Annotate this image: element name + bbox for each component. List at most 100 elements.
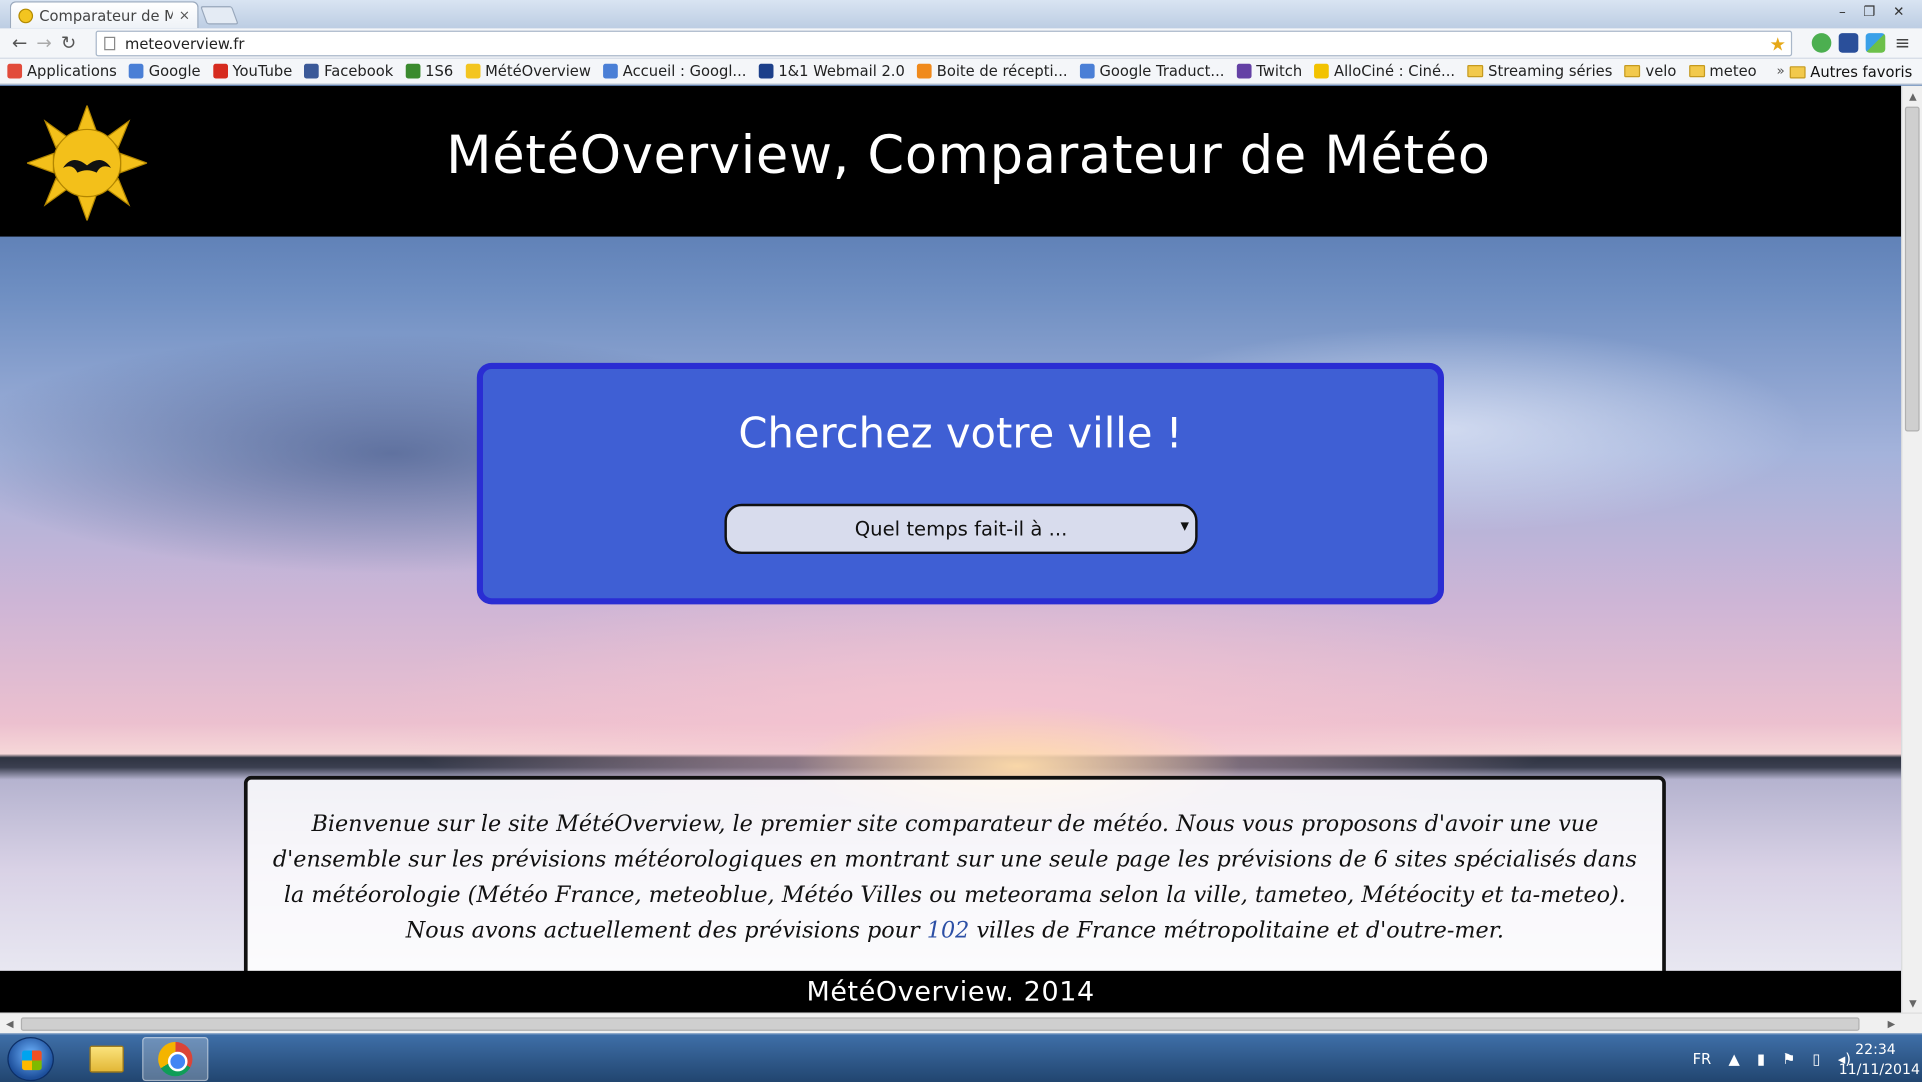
taskbar-chrome[interactable] xyxy=(142,1037,209,1082)
bookmark-label: YouTube xyxy=(232,62,293,80)
extensions: ≡ xyxy=(1811,32,1913,54)
bookmark-favicon-icon xyxy=(7,63,23,79)
scroll-right-icon[interactable]: ▶ xyxy=(1882,1014,1902,1035)
search-heading: Cherchez votre ville ! xyxy=(738,409,1183,459)
clock[interactable]: 22:34 11/11/2014 xyxy=(1838,1039,1920,1078)
scroll-left-icon[interactable]: ◀ xyxy=(0,1014,20,1035)
bookmark-label: 1&1 Webmail 2.0 xyxy=(778,62,905,80)
bookmark-item[interactable]: Boite de récepti... xyxy=(917,62,1068,80)
minimize-button[interactable]: – xyxy=(1829,0,1856,22)
bookmark-label: velo xyxy=(1645,62,1677,80)
bookmark-item[interactable]: meteo xyxy=(1688,63,1757,80)
bookmark-item[interactable]: velo xyxy=(1624,62,1677,80)
bookmark-item[interactable]: Google xyxy=(129,62,201,80)
bookmark-favicon-icon xyxy=(603,63,618,79)
bookmark-favicon-icon xyxy=(129,63,144,79)
bookmark-label: Google xyxy=(148,62,201,80)
close-window-button[interactable]: ✕ xyxy=(1883,0,1915,22)
bookmark-label: Google Traduct... xyxy=(1099,62,1225,80)
vertical-scroll-thumb[interactable] xyxy=(1904,106,1920,432)
clock-date: 11/11/2014 xyxy=(1838,1060,1920,1078)
bookmark-item[interactable]: Twitch xyxy=(1236,62,1303,80)
bookmark-item[interactable]: Facebook xyxy=(304,62,394,80)
bookmark-favicon-icon xyxy=(212,63,228,79)
bookmark-item[interactable]: 1S6 xyxy=(405,62,454,80)
back-arrow-icon[interactable]: ← xyxy=(7,31,32,56)
bookmark-favicon-icon xyxy=(465,63,481,79)
folder-icon xyxy=(1688,64,1705,78)
forward-arrow-icon[interactable]: → xyxy=(32,31,57,56)
bookmark-favicon-icon xyxy=(405,63,421,79)
folder-icon xyxy=(89,1045,124,1073)
browser-tab[interactable]: Comparateur de Mé × xyxy=(9,1,199,29)
bookmark-item[interactable]: Google Traduct... xyxy=(1079,62,1225,80)
bookmark-item[interactable]: Streaming séries xyxy=(1467,63,1612,80)
page-viewport: MétéOverview, Comparateur de Météo Cherc… xyxy=(0,85,1902,1013)
tab-title: Comparateur de Mé xyxy=(39,6,173,24)
bookmark-favicon-icon xyxy=(1236,63,1252,79)
extension-multi-icon[interactable] xyxy=(1865,33,1886,53)
bookmark-label: Applications xyxy=(26,62,117,80)
bookmark-item[interactable]: AlloCiné : Ciné... xyxy=(1314,63,1455,80)
url-text[interactable]: meteoverview.fr xyxy=(125,35,1769,52)
bookmark-favicon-icon xyxy=(1314,63,1330,79)
scroll-down-icon[interactable]: ▼ xyxy=(1902,993,1922,1013)
horizontal-scroll-thumb[interactable] xyxy=(20,1017,1860,1031)
other-bookmarks-label: Autres favoris xyxy=(1810,63,1913,81)
bookmarks-bar: Applications Google YouTube Facebook 1S6 Mété… xyxy=(0,58,1922,85)
page-icon xyxy=(104,36,116,51)
address-bar[interactable]: meteoverview.fr ★ xyxy=(95,30,1793,57)
extension-blue-icon[interactable] xyxy=(1838,33,1859,53)
action-center-flag-icon[interactable]: ⚑ xyxy=(1782,1051,1795,1068)
sun-mustache-logo-icon xyxy=(26,105,148,221)
city-search-panel: Cherchez votre ville ! Quel temps fait-i… xyxy=(476,362,1444,605)
extension-green-icon[interactable] xyxy=(1811,33,1832,53)
taskbar-explorer[interactable] xyxy=(74,1037,140,1081)
bookmark-item[interactable]: Applications xyxy=(7,62,117,80)
restore-button[interactable]: ❐ xyxy=(1856,0,1883,22)
city-count-link[interactable]: 102 xyxy=(927,918,970,944)
chrome-icon xyxy=(158,1041,193,1077)
reload-icon[interactable]: ↻ xyxy=(56,31,81,56)
dropdown-arrow-icon: ▼ xyxy=(1180,520,1190,534)
site-footer: MétéOverview. 2014 xyxy=(0,970,1902,1013)
power-icon[interactable]: ▯ xyxy=(1813,1051,1821,1068)
browser-titlebar: Comparateur de Mé × – ❐ ✕ xyxy=(0,0,1922,29)
chrome-menu-icon[interactable]: ≡ xyxy=(1893,32,1913,54)
intro-text-end: villes de France métropolitaine et d'out… xyxy=(969,918,1504,944)
vertical-scrollbar[interactable]: ▲ ▼ xyxy=(1901,85,1922,1013)
site-header: MétéOverview, Comparateur de Météo xyxy=(0,85,1902,237)
show-hidden-icons-icon[interactable]: ▲ xyxy=(1728,1051,1739,1068)
intro-text: Bienvenue sur le site MétéOverview, le p… xyxy=(262,807,1647,949)
windows-logo-icon xyxy=(22,1050,42,1071)
bookmark-favicon-icon xyxy=(304,63,320,79)
new-tab-button[interactable] xyxy=(200,6,239,25)
bookmark-label: Twitch xyxy=(1256,62,1303,80)
windows-taskbar: FR ▲ ▮ ⚑ ▯ ◂) 22:34 11/11/2014 xyxy=(0,1033,1922,1082)
site-title: MétéOverview, Comparateur de Météo xyxy=(446,125,1491,187)
bookmark-item[interactable]: Accueil : Googl... xyxy=(603,63,746,80)
tab-close-icon[interactable]: × xyxy=(179,7,190,23)
bookmark-label: Boite de récepti... xyxy=(936,62,1068,80)
other-bookmarks[interactable]: Autres favoris xyxy=(1789,59,1912,85)
start-button[interactable] xyxy=(7,1037,54,1082)
bookmark-label: Facebook xyxy=(324,62,394,80)
folder-icon xyxy=(1789,65,1806,78)
language-indicator[interactable]: FR xyxy=(1693,1051,1712,1068)
bookmark-label: Streaming séries xyxy=(1488,62,1613,80)
scroll-up-icon[interactable]: ▲ xyxy=(1902,86,1922,106)
bookmarks-overflow-icon[interactable]: » xyxy=(1777,63,1785,79)
bookmark-item[interactable]: YouTube xyxy=(212,62,293,80)
bookmark-label: 1S6 xyxy=(425,62,454,80)
footer-text: MétéOverview. 2014 xyxy=(806,976,1095,1007)
bookmark-item[interactable]: MétéOverview xyxy=(465,63,591,80)
network-icon[interactable]: ▮ xyxy=(1757,1051,1765,1068)
city-select-dropdown[interactable]: Quel temps fait-il à ... ▼ xyxy=(724,503,1198,555)
bookmark-favicon-icon xyxy=(1079,63,1095,79)
bookmark-star-icon[interactable]: ★ xyxy=(1769,32,1785,54)
horizontal-scrollbar[interactable]: ◀ ▶ xyxy=(0,1012,1922,1035)
screen: Comparateur de Mé × – ❐ ✕ ← → ↻ meteover… xyxy=(0,0,1922,1082)
bookmark-label: AlloCiné : Ciné... xyxy=(1334,62,1456,80)
bookmark-favicon-icon xyxy=(917,63,932,79)
bookmark-item[interactable]: 1&1 Webmail 2.0 xyxy=(758,62,905,80)
